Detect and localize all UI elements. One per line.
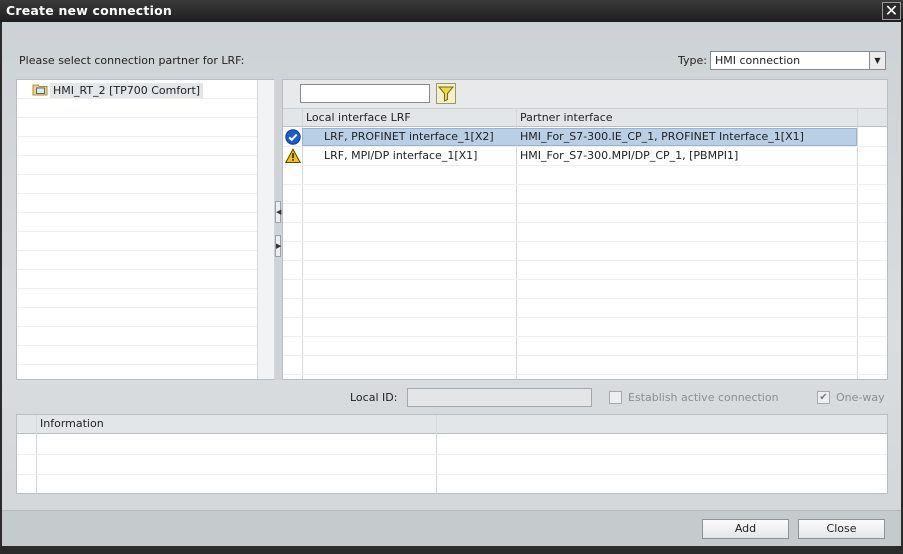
information-pane: Information xyxy=(16,414,888,494)
table-row xyxy=(283,356,887,375)
collapse-left-icon[interactable]: ◀ xyxy=(275,201,281,223)
title-bar: Create new connection ✕ xyxy=(0,0,903,22)
close-icon: ✕ xyxy=(884,1,899,20)
type-label: Type: xyxy=(678,54,707,67)
table-row xyxy=(283,166,887,185)
row-partner-interface: HMI_For_S7-300.MPI/DP_CP_1, [PBMPI1] xyxy=(520,149,739,162)
partner-tree: HMI_RT_2 [TP700 Comfort] xyxy=(16,79,274,380)
table-row xyxy=(283,204,887,223)
row-divider xyxy=(17,454,887,455)
check-ok-icon xyxy=(285,129,301,145)
one-way-checkbox[interactable]: ✔ One-way xyxy=(817,391,885,404)
row-partner-interface: HMI_For_S7-300.IE_CP_1, PROFINET Interfa… xyxy=(520,130,804,143)
warning-icon xyxy=(284,148,302,164)
column-header-partner[interactable]: Partner interface xyxy=(520,111,613,124)
pane-splitter[interactable]: ◀ ▶ xyxy=(274,79,282,380)
table-row xyxy=(283,185,887,204)
select-partner-prompt: Please select connection partner for LRF… xyxy=(19,54,245,67)
table-row[interactable]: LRF, PROFINET interface_1[X2] HMI_For_S7… xyxy=(283,128,887,147)
funnel-icon xyxy=(437,86,455,102)
add-button[interactable]: Add xyxy=(702,519,789,539)
window-title: Create new connection xyxy=(6,3,172,18)
close-button[interactable]: Close xyxy=(798,519,885,539)
filter-bar xyxy=(283,80,887,109)
dialog-footer: Add Close xyxy=(2,510,901,546)
table-row xyxy=(283,261,887,280)
checkmark-icon: ✔ xyxy=(817,391,830,404)
table-row[interactable]: LRF, MPI/DP interface_1[X1] HMI_For_S7-3… xyxy=(283,147,887,166)
chevron-down-icon[interactable]: ▼ xyxy=(869,52,885,69)
table-row xyxy=(283,223,887,242)
table-row xyxy=(283,337,887,356)
checkbox-box xyxy=(609,391,622,404)
local-id-field[interactable] xyxy=(407,388,592,407)
filter-input[interactable] xyxy=(300,84,430,103)
type-dropdown[interactable]: HMI connection ▼ xyxy=(710,51,886,70)
type-dropdown-value: HMI connection xyxy=(715,54,801,67)
local-id-label: Local ID: xyxy=(350,391,398,404)
table-row xyxy=(283,299,887,318)
grid-header: Local interface LRF Partner interface xyxy=(283,109,887,127)
dialog-body: Please select connection partner for LRF… xyxy=(2,22,901,546)
row-local-interface: LRF, PROFINET interface_1[X2] xyxy=(324,130,494,143)
window-bottom-edge xyxy=(0,546,903,554)
tree-item-label: HMI_RT_2 [TP700 Comfort] xyxy=(50,83,204,98)
row-divider xyxy=(17,474,887,475)
hmi-device-icon xyxy=(32,82,48,99)
tree-item-hmi-rt-2[interactable]: HMI_RT_2 [TP700 Comfort] xyxy=(32,82,204,99)
row-local-interface: LRF, MPI/DP interface_1[X1] xyxy=(324,149,478,162)
checkbox-label: Establish active connection xyxy=(628,391,779,404)
table-row xyxy=(283,242,887,261)
tree-scrollbar[interactable] xyxy=(257,80,274,379)
table-row xyxy=(283,280,887,299)
interface-grid-pane: Local interface LRF Partner interface LR… xyxy=(282,79,888,380)
filter-button[interactable] xyxy=(436,83,456,104)
information-header: Information xyxy=(17,415,887,434)
table-row xyxy=(283,318,887,337)
column-header-local[interactable]: Local interface LRF xyxy=(306,111,411,124)
column-header-information: Information xyxy=(40,417,104,430)
checkbox-label: One-way xyxy=(836,391,885,404)
expand-right-icon[interactable]: ▶ xyxy=(275,235,281,257)
establish-active-connection-checkbox[interactable]: Establish active connection xyxy=(609,391,779,404)
close-window-button[interactable]: ✕ xyxy=(882,2,901,20)
